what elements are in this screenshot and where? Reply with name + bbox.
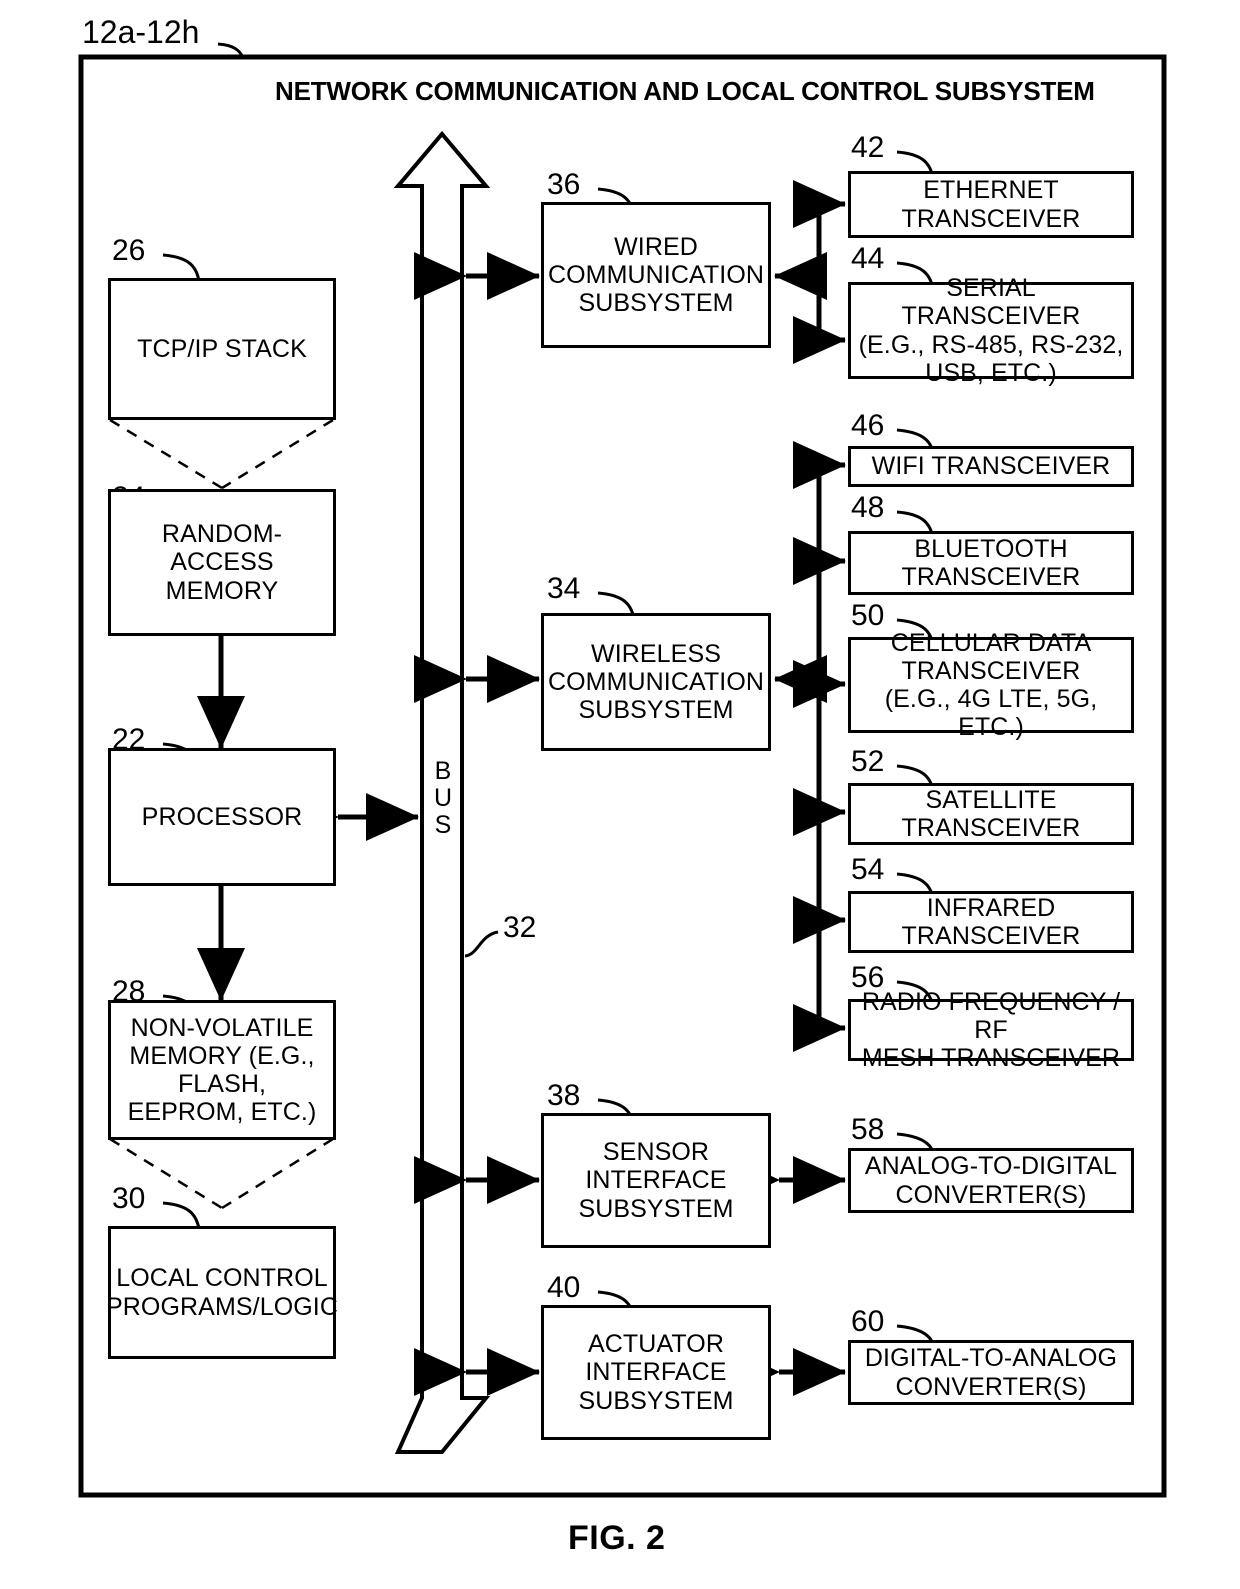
box-sensor-interface-subsystem: SENSOR INTERFACE SUBSYSTEM	[541, 1113, 771, 1248]
ref-54: 54	[851, 853, 885, 886]
box-serial-transceiver: SERIAL TRANSCEIVER (E.G., RS-485, RS-232,…	[848, 274, 1134, 387]
ref-26: 26	[112, 234, 146, 267]
box-wifi-transceiver: WIFI TRANSCEIVER	[848, 446, 1134, 487]
box-infrared-transceiver: INFRARED TRANSCEIVER	[848, 891, 1134, 953]
box-non-volatile-memory-label: NON-VOLATILE MEMORY (E.G., FLASH, EEPROM, E…	[127, 1013, 317, 1127]
box-bluetooth-transceiver: BLUETOOTH TRANSCEIVER	[848, 531, 1134, 595]
box-local-control-programs-label: LOCAL CONTROL PROGRAMS/LOGIC	[106, 1264, 338, 1321]
box-local-control-programs: LOCAL CONTROL PROGRAMS/LOGIC	[106, 1226, 338, 1359]
box-infrared-transceiver-label: INFRARED TRANSCEIVER	[901, 893, 1081, 950]
ref-30: 30	[112, 1182, 146, 1215]
box-wireless-communication-subsystem-label: WIRELESS COMMUNICATION SUBSYSTEM	[547, 639, 765, 725]
box-digital-to-analog-converter-label: DIGITAL-TO-ANALOG CONVERTER(S)	[864, 1344, 1118, 1401]
box-satellite-transceiver-label: SATELLITE TRANSCEIVER	[901, 785, 1081, 842]
ref-34: 34	[547, 572, 581, 605]
box-random-access-memory: RANDOM-ACCESS MEMORY	[108, 489, 336, 636]
box-processor: PROCESSOR	[108, 748, 336, 886]
ref-36: 36	[547, 168, 581, 201]
box-random-access-memory-label: RANDOM-ACCESS MEMORY	[161, 520, 283, 605]
box-bluetooth-transceiver-label: BLUETOOTH TRANSCEIVER	[901, 534, 1081, 591]
box-actuator-interface-subsystem: ACTUATOR INTERFACE SUBSYSTEM	[541, 1305, 771, 1440]
ref-52: 52	[851, 745, 885, 778]
box-processor-label: PROCESSOR	[141, 802, 303, 831]
patent-figure-2: 12a-12h NETWORK COMMUNICATION AND LOCAL …	[0, 0, 1240, 1589]
box-wifi-transceiver-label: WIFI TRANSCEIVER	[871, 452, 1111, 481]
box-actuator-interface-subsystem-label: ACTUATOR INTERFACE SUBSYSTEM	[578, 1330, 734, 1415]
box-wired-communication-subsystem-label: WIRED COMMUNICATION SUBSYSTEM	[547, 232, 765, 318]
box-cellular-data-transceiver-label: CELLULAR DATA TRANSCEIVER (E.G., 4G LTE, 5…	[884, 628, 1098, 742]
ref-46: 46	[851, 409, 885, 442]
box-rf-mesh-transceiver-label: RADIO FREQUENCY / RF MESH TRANSCEIVER	[861, 987, 1121, 1073]
box-non-volatile-memory: NON-VOLATILE MEMORY (E.G., FLASH, EEPROM, E…	[108, 1000, 336, 1140]
box-tcp-ip-stack-label: TCP/IP STACK	[137, 334, 307, 363]
page-title: NETWORK COMMUNICATION AND LOCAL CONTROL …	[275, 76, 1095, 106]
ref-48: 48	[851, 491, 885, 524]
box-tcp-ip-stack: TCP/IP STACK	[108, 278, 336, 420]
ref-12a-12h: 12a-12h	[82, 14, 200, 50]
box-analog-to-digital-converter: ANALOG-TO-DIGITAL CONVERTER(S)	[848, 1148, 1134, 1213]
box-rf-mesh-transceiver: RADIO FREQUENCY / RF MESH TRANSCEIVER	[848, 988, 1134, 1072]
ref-32: 32	[503, 911, 537, 944]
box-digital-to-analog-converter: DIGITAL-TO-ANALOG CONVERTER(S)	[848, 1340, 1134, 1405]
ref-40: 40	[547, 1271, 581, 1304]
box-serial-transceiver-label: SERIAL TRANSCEIVER (E.G., RS-485, RS-232,…	[858, 274, 1124, 387]
ref-58: 58	[851, 1113, 885, 1146]
ref-38: 38	[547, 1079, 581, 1112]
box-analog-to-digital-converter-label: ANALOG-TO-DIGITAL CONVERTER(S)	[864, 1152, 1118, 1209]
figure-caption: FIG. 2	[568, 1519, 666, 1557]
ref-50: 50	[851, 599, 885, 632]
box-wireless-communication-subsystem: WIRELESS COMMUNICATION SUBSYSTEM	[541, 613, 771, 751]
bus-label: BUS	[433, 757, 453, 839]
box-ethernet-transceiver-label: ETHERNET TRANSCEIVER	[901, 176, 1081, 233]
ref-60: 60	[851, 1305, 885, 1338]
box-satellite-transceiver: SATELLITE TRANSCEIVER	[848, 783, 1134, 845]
ref-44: 44	[851, 242, 885, 275]
ref-42: 42	[851, 131, 885, 164]
box-sensor-interface-subsystem-label: SENSOR INTERFACE SUBSYSTEM	[578, 1138, 734, 1223]
box-ethernet-transceiver: ETHERNET TRANSCEIVER	[848, 171, 1134, 238]
box-cellular-data-transceiver: CELLULAR DATA TRANSCEIVER (E.G., 4G LTE, 5…	[848, 629, 1134, 741]
box-wired-communication-subsystem: WIRED COMMUNICATION SUBSYSTEM	[541, 202, 771, 348]
